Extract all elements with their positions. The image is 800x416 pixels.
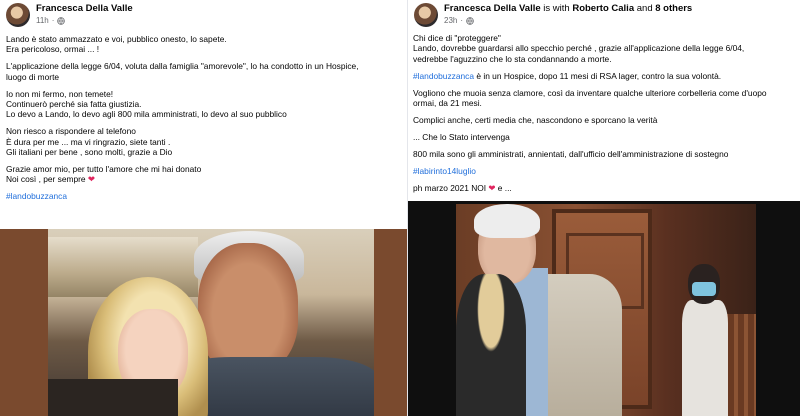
left-post: Francesca Della Valle 11h · Lando è stat… [0,0,408,416]
body-line: L'applicazione della legge 6/04, voluta … [6,61,359,72]
separator-dot: · [460,16,464,25]
post-body: Chi dice di "proteggere" Lando, dovrebbe… [413,33,767,193]
body-line: Era pericoloso, ormai ... ! [6,44,100,55]
hashtag-link[interactable]: #landobuzzanca [6,191,67,201]
body-line: Grazie amor mio, per tutto l'amore che m… [6,164,202,175]
hashtag-link[interactable]: #landobuzzanca [413,71,474,81]
and-text: and [636,3,653,14]
post-subline: 23h · [444,15,692,27]
post-meta: Francesca Della Valle is with Roberto Ca… [444,3,692,27]
photo-content [48,229,374,416]
hashtag-link[interactable]: #labirinto14luglio [413,166,476,176]
body-line: Gli italiani per bene , sono molti, graz… [6,147,173,158]
body-line: vedrebbe l'aguzzino che lo sta condannan… [413,53,612,64]
body-line: Complici anche, certi media che, nascond… [413,114,658,125]
post-header: Francesca Della Valle 11h · [6,2,133,28]
body-line: ormai, da 21 mesi. [413,98,482,109]
separator-dot: · [51,16,55,25]
globe-icon [57,17,66,25]
post-photo[interactable] [0,229,408,416]
with-text: is with [543,3,570,14]
avatar[interactable] [6,3,30,27]
photo-content [456,204,756,416]
body-line: Lando è stato ammazzato e voi, pubblico … [6,34,227,44]
tagged-others[interactable]: 8 others [655,3,692,14]
post-header: Francesca Della Valle is with Roberto Ca… [414,2,692,28]
body-line: 800 mila sono gli amministrati, annienta… [413,148,729,159]
author-name[interactable]: Francesca Della Valle [36,3,133,15]
post-timestamp[interactable]: 23h [444,15,457,27]
body-line: Noi così , per sempre [6,174,86,185]
body-line: Io non mi fermo, non temete! [6,88,114,99]
photo-credit-line: ph marzo 2021 NOI ❤ e ... [413,183,767,193]
body-line-with-heart: Noi così , per sempre ❤ [6,174,359,184]
photo-credit: ph marzo 2021 NOI [413,182,487,193]
tagged-person[interactable]: Roberto Calia [572,3,634,14]
hashtag-line-text: è in un Hospice, dopo 11 mesi di RSA lag… [474,70,722,81]
body-line: Lo devo a Lando, lo devo agli 800 mila a… [6,109,287,120]
author-name[interactable]: Francesca Della Valle [444,3,541,14]
body-line: Continuerò perché sia fatta giustizia. [6,99,142,110]
post-timestamp[interactable]: 11h [36,15,49,27]
body-line: luogo di morte [6,71,60,82]
body-line: Non riesco a rispondere al telefono [6,126,136,137]
hashtag-line: #landobuzzanca è in un Hospice, dopo 11 … [413,71,767,81]
body-line: Lando, dovrebbe guardarsi allo specchio … [413,43,745,54]
heart-icon: ❤ [488,182,496,193]
globe-icon [466,17,474,25]
photo-credit-suffix: e ... [497,182,512,193]
post-body: Lando è stato ammazzato e voi, pubblico … [6,34,359,202]
post-meta: Francesca Della Valle 11h · [36,3,133,27]
body-line: È dura per me ... ma vi ringrazio, siete… [6,136,171,147]
right-post: Francesca Della Valle is with Roberto Ca… [408,0,800,416]
body-line: Vogliono che muoia senza clamore, così d… [413,87,767,98]
body-line: Chi dice di "proteggere" [413,33,501,43]
post-subline: 11h · [36,15,133,27]
body-line: ... Che lo Stato intervenga [413,131,510,142]
author-line: Francesca Della Valle is with Roberto Ca… [444,3,692,15]
avatar[interactable] [414,3,438,27]
heart-icon: ❤ [87,174,95,185]
post-photo[interactable] [408,201,800,416]
